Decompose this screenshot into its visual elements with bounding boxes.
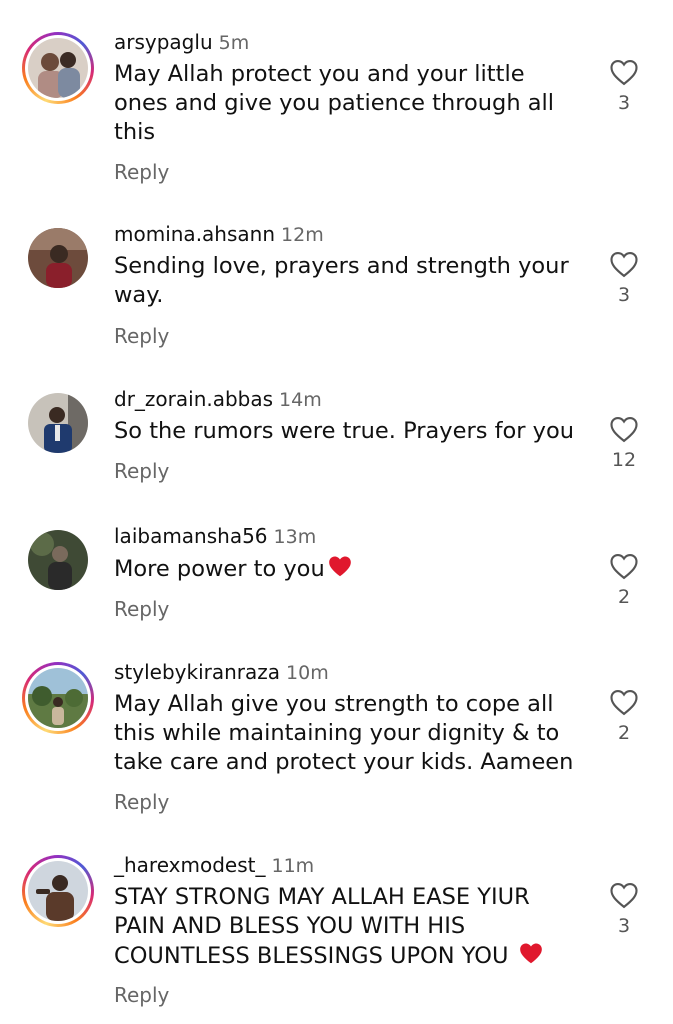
avatar[interactable] <box>22 855 94 927</box>
like-control: 3 <box>607 250 641 306</box>
comment-username[interactable]: arsypaglu 5m <box>114 30 249 54</box>
avatar[interactable] <box>28 228 88 288</box>
avatar-photo <box>28 38 88 98</box>
like-control: 3 <box>607 881 641 937</box>
avatar[interactable] <box>22 32 94 104</box>
like-count: 2 <box>617 586 631 608</box>
comment-time: 12m <box>281 224 324 246</box>
comment-text: May Allah give you strength to cope all … <box>114 691 574 775</box>
red-heart-emoji <box>328 556 351 577</box>
story-ring <box>22 662 94 734</box>
avatar[interactable] <box>22 662 94 734</box>
heart-outline-icon[interactable] <box>609 415 639 443</box>
avatar[interactable] <box>28 393 88 453</box>
reply-button[interactable]: Reply <box>114 459 169 483</box>
comment-time: 14m <box>279 389 322 411</box>
story-ring <box>22 855 94 927</box>
heart-outline-icon[interactable] <box>609 58 639 86</box>
reply-button[interactable]: Reply <box>114 983 169 1007</box>
comment-username[interactable]: _harexmodest_ 11m <box>114 853 314 877</box>
red-heart-emoji <box>519 943 542 964</box>
comment-time: 10m <box>286 662 329 684</box>
comment-time: 13m <box>273 526 317 548</box>
story-ring <box>22 32 94 104</box>
comments-list: arsypaglu 5m May Allah protect you and yo… <box>0 0 673 1024</box>
heart-outline-icon[interactable] <box>609 881 639 909</box>
avatar-photo <box>28 861 88 921</box>
avatar-photo <box>28 668 88 728</box>
reply-button[interactable]: Reply <box>114 160 169 184</box>
comment-username[interactable]: dr_zorain.abbas 14m <box>114 387 322 411</box>
comment-time: 11m <box>271 855 315 877</box>
like-control: 3 <box>607 58 641 114</box>
avatar-photo <box>28 393 88 453</box>
avatar-photo <box>28 228 88 288</box>
comment-time: 5m <box>218 32 250 54</box>
heart-outline-icon[interactable] <box>609 688 639 716</box>
avatar[interactable] <box>28 530 88 590</box>
comment-username[interactable]: momina.ahsann 12m <box>114 222 324 246</box>
like-count: 3 <box>617 915 631 937</box>
reply-button[interactable]: Reply <box>114 790 169 814</box>
like-count: 3 <box>617 284 631 306</box>
comment-username[interactable]: stylebykiranraza 10m <box>114 660 329 684</box>
comment-text: So the rumors were true. Prayers for you <box>114 418 574 444</box>
heart-outline-icon[interactable] <box>609 250 639 278</box>
reply-button[interactable]: Reply <box>114 597 169 621</box>
like-count: 12 <box>611 449 637 471</box>
reply-button[interactable]: Reply <box>114 324 169 348</box>
heart-outline-icon[interactable] <box>609 552 639 580</box>
comment-text: More power to you <box>114 554 584 584</box>
avatar-photo <box>28 530 88 590</box>
like-count: 2 <box>617 722 631 744</box>
like-control: 2 <box>607 552 641 608</box>
like-control: 12 <box>607 415 641 471</box>
like-control: 2 <box>607 688 641 744</box>
comment-text: STAY STRONG MAY ALLAH EASE YIUR PAIN AND… <box>114 883 584 971</box>
comment-text: May Allah protect you and your little on… <box>114 61 555 145</box>
comment-username[interactable]: laibamansha56 13m <box>114 524 316 548</box>
like-count: 3 <box>617 92 631 114</box>
comment-text: Sending love, prayers and strength your … <box>114 253 569 308</box>
